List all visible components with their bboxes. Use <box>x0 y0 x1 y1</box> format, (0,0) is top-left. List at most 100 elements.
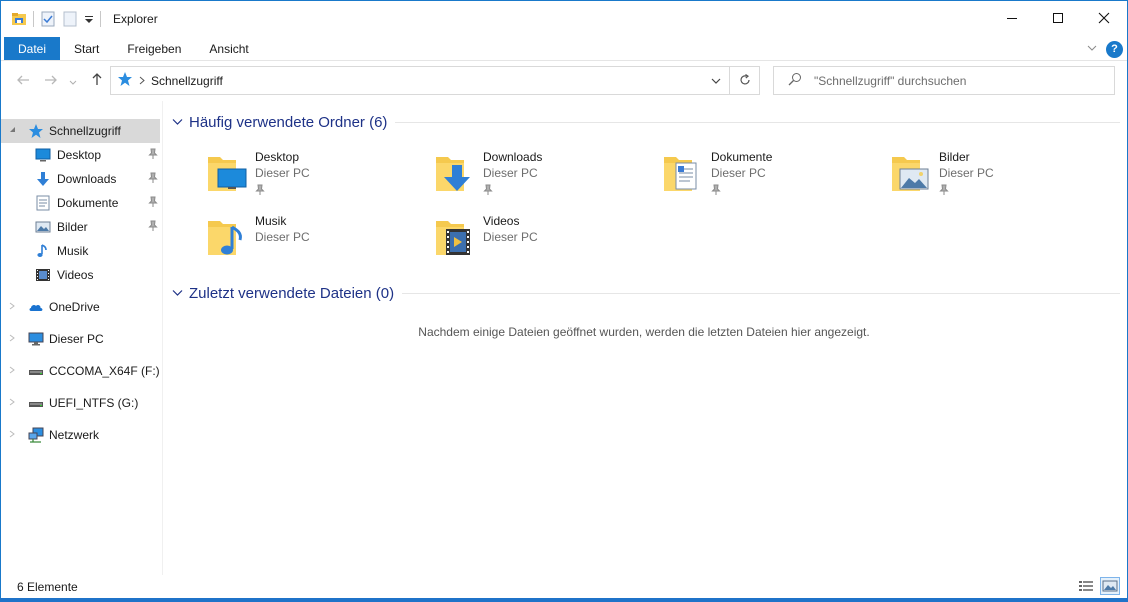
sidebar-item-bilder[interactable]: Bilder <box>1 215 160 239</box>
folder-tile-downloads[interactable]: Downloads Dieser PC <box>396 147 616 205</box>
sidebar-item-dieser-pc[interactable]: Dieser PC <box>1 327 160 351</box>
network-icon <box>28 427 44 443</box>
tab-ansicht[interactable]: Ansicht <box>195 37 262 60</box>
forward-button[interactable] <box>41 71 61 91</box>
sidebar-item-label: Bilder <box>57 220 88 234</box>
search-box[interactable] <box>773 66 1115 95</box>
folder-tile-desktop[interactable]: Desktop Dieser PC <box>168 147 388 205</box>
sidebar-item-drive-g[interactable]: UEFI_NTFS (G:) <box>1 391 160 415</box>
refresh-button[interactable] <box>730 66 760 95</box>
back-arrow-icon <box>16 73 30 90</box>
chevron-down-icon[interactable] <box>172 115 183 129</box>
sidebar-item-schnellzugriff[interactable]: Schnellzugriff <box>1 119 160 143</box>
sidebar-item-onedrive[interactable]: OneDrive <box>1 295 160 319</box>
collapsed-chevron-icon[interactable] <box>9 398 15 408</box>
folder-tile-bilder[interactable]: Bilder Dieser PC <box>852 147 1072 205</box>
video-icon <box>35 267 51 283</box>
folder-pictures-icon <box>890 151 934 195</box>
sidebar-item-drive-f[interactable]: CCCOMA_X64F (F:) <box>1 359 160 383</box>
window-controls <box>989 1 1127 37</box>
close-button[interactable] <box>1081 1 1127 37</box>
customize-toolbar-chevron-icon[interactable] <box>84 11 94 27</box>
recent-locations-button[interactable] <box>67 71 79 91</box>
minimize-button[interactable] <box>989 1 1035 37</box>
sidebar-item-label: CCCOMA_X64F (F:) <box>49 364 160 378</box>
collapsed-chevron-icon[interactable] <box>9 430 15 440</box>
new-folder-icon[interactable] <box>62 11 78 27</box>
expanded-chevron-icon[interactable] <box>9 126 17 136</box>
navigation-bar: Schnellzugriff <box>1 61 1127 101</box>
empty-recent-message: Nachdem einige Dateien geöffnet wurden, … <box>418 325 870 339</box>
folder-name: Downloads <box>483 150 543 164</box>
sidebar-item-label: Downloads <box>57 172 117 186</box>
folder-location: Dieser PC <box>483 166 538 180</box>
tab-freigeben[interactable]: Freigeben <box>113 37 195 60</box>
help-icon[interactable]: ? <box>1106 40 1123 58</box>
sidebar-item-videos[interactable]: Videos <box>1 263 160 287</box>
folder-desktop-icon <box>206 151 250 195</box>
collapsed-chevron-icon[interactable] <box>9 366 15 376</box>
tiles-view-icon[interactable] <box>1100 577 1120 595</box>
folder-location: Dieser PC <box>483 230 538 244</box>
drive-icon <box>28 363 44 379</box>
folder-name: Musik <box>255 214 287 228</box>
details-view-icon[interactable] <box>1077 578 1095 594</box>
properties-icon[interactable] <box>40 11 56 27</box>
address-dropdown-icon[interactable] <box>711 74 721 88</box>
folder-name: Desktop <box>255 150 300 164</box>
collapsed-chevron-icon[interactable] <box>9 334 15 344</box>
folder-location: Dieser PC <box>939 166 994 180</box>
folder-documents-icon <box>662 151 706 195</box>
folder-name: Bilder <box>939 150 970 164</box>
tab-start[interactable]: Start <box>60 37 113 60</box>
group-title: Zuletzt verwendete Dateien (0) <box>189 284 395 302</box>
folder-location: Dieser PC <box>711 166 766 180</box>
expand-ribbon-chevron-icon[interactable] <box>1086 42 1098 56</box>
folder-tile-videos[interactable]: Videos Dieser PC <box>396 211 616 269</box>
back-button[interactable] <box>13 71 33 91</box>
sidebar-item-label: Schnellzugriff <box>49 124 121 138</box>
sidebar-item-musik[interactable]: Musik <box>1 239 160 263</box>
breadcrumb[interactable]: Schnellzugriff <box>151 74 223 88</box>
status-bar: 6 Elemente <box>1 575 1127 598</box>
group-header-recent[interactable]: Zuletzt verwendete Dateien (0) <box>170 282 1120 304</box>
pin-icon <box>148 148 158 163</box>
sidebar-item-label: Videos <box>57 268 94 282</box>
sidebar-item-label: Musik <box>57 244 89 258</box>
window-title: Explorer <box>113 12 158 26</box>
item-count: 6 Elemente <box>17 579 78 594</box>
breadcrumb-chevron-icon[interactable] <box>139 74 145 88</box>
chevron-down-icon[interactable] <box>172 286 183 300</box>
tab-datei[interactable]: Datei <box>4 37 60 60</box>
desktop-icon <box>35 147 51 163</box>
download-icon <box>35 171 51 187</box>
collapsed-chevron-icon[interactable] <box>9 302 15 312</box>
folder-name: Videos <box>483 214 520 228</box>
explorer-window: Explorer Datei Start Freigeben Ansicht ? <box>0 0 1128 602</box>
up-button[interactable] <box>87 71 107 91</box>
view-switcher <box>1077 577 1120 595</box>
toolbar-separator <box>33 11 34 27</box>
sidebar-item-desktop[interactable]: Desktop <box>1 143 160 167</box>
pin-icon <box>148 196 158 211</box>
maximize-icon <box>1052 12 1064 27</box>
sidebar-item-label: Dokumente <box>57 196 119 210</box>
sidebar-item-downloads[interactable]: Downloads <box>1 167 160 191</box>
folder-tile-musik[interactable]: Musik Dieser PC <box>168 211 388 269</box>
folder-location: Dieser PC <box>255 166 310 180</box>
sidebar-item-netzwerk[interactable]: Netzwerk <box>1 423 160 447</box>
search-input[interactable] <box>814 73 1094 88</box>
folder-name: Dokumente <box>711 150 773 164</box>
pin-icon <box>148 172 158 187</box>
sidebar-item-label: Dieser PC <box>49 332 104 346</box>
pin-icon <box>939 184 949 199</box>
address-bar[interactable]: Schnellzugriff <box>110 66 730 95</box>
group-title: Häufig verwendete Ordner (6) <box>189 113 388 131</box>
maximize-button[interactable] <box>1035 1 1081 37</box>
pin-icon <box>255 184 265 199</box>
group-header-frequent[interactable]: Häufig verwendete Ordner (6) <box>170 111 1120 133</box>
computer-icon <box>28 331 44 347</box>
explorer-app-icon[interactable] <box>11 11 27 27</box>
sidebar-item-dokumente[interactable]: Dokumente <box>1 191 160 215</box>
folder-tile-dokumente[interactable]: Dokumente Dieser PC <box>624 147 844 205</box>
